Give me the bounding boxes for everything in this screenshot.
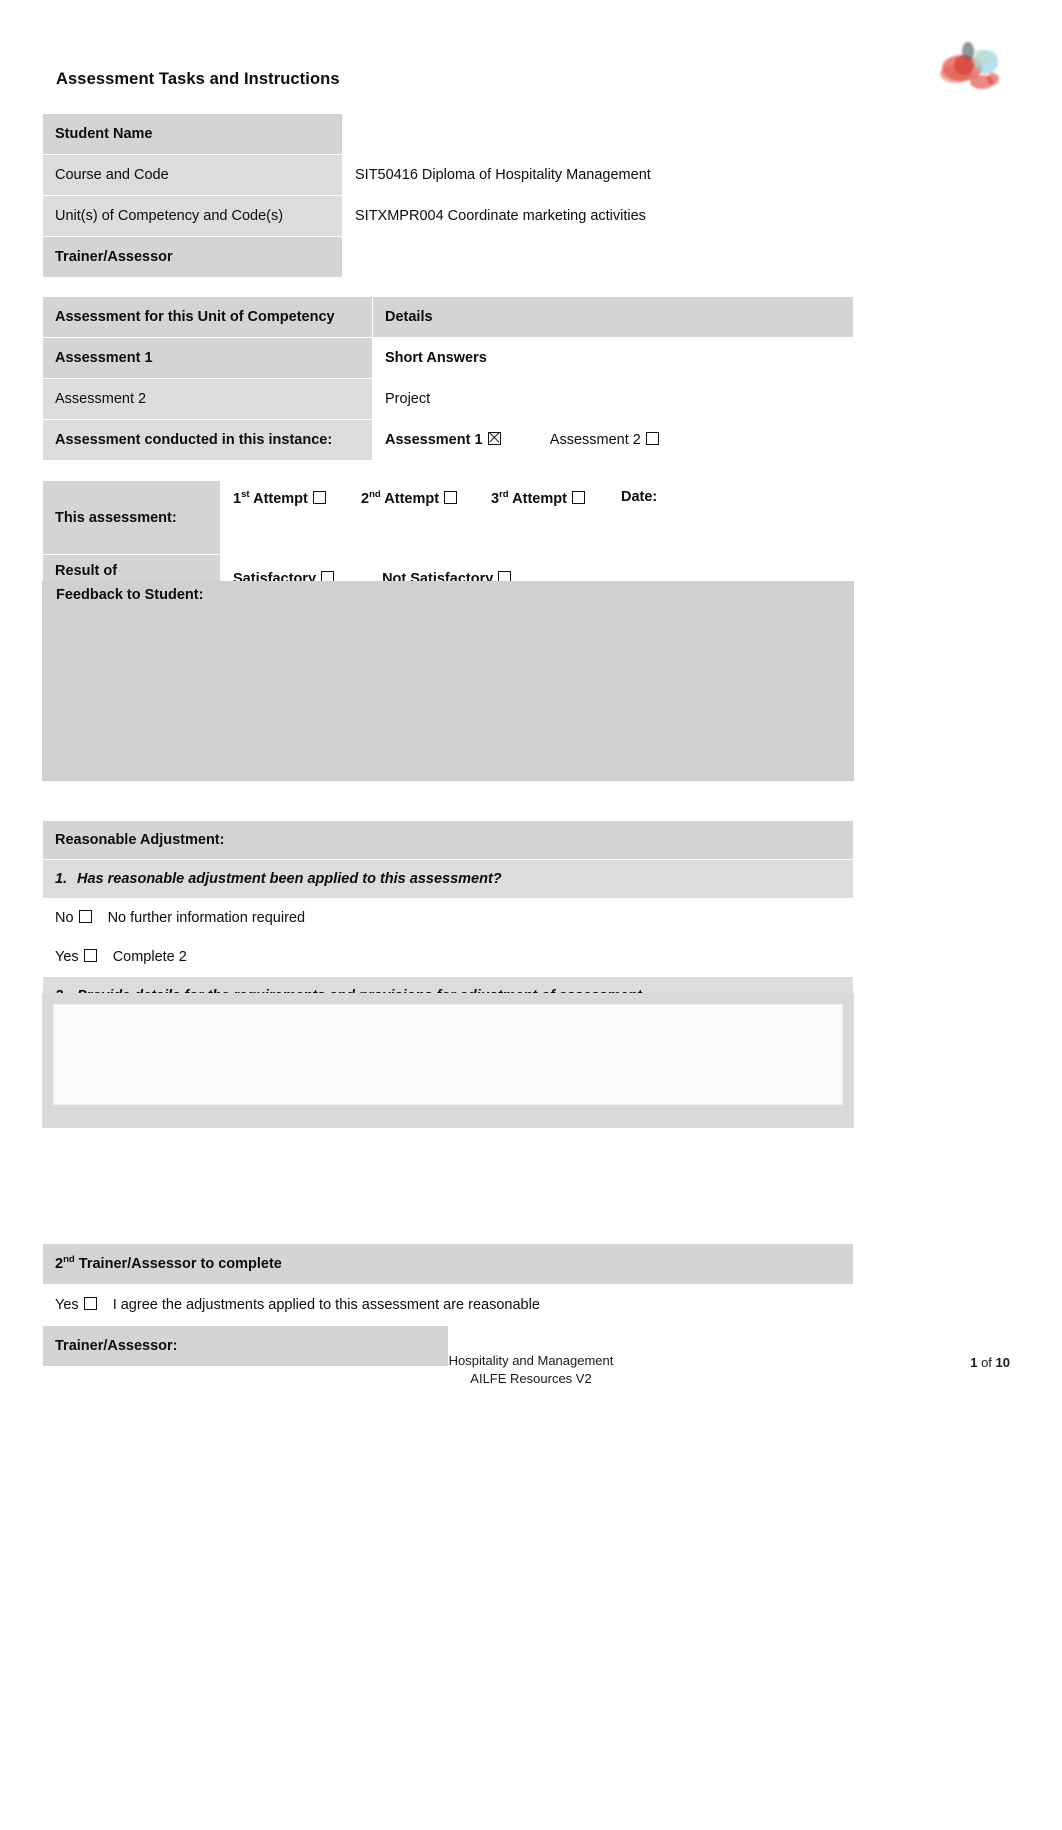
attempt-1-checkbox[interactable] — [312, 491, 326, 504]
ra-yes-label: Yes — [55, 949, 79, 965]
second-assessor-title-ordinal: 2 — [55, 1256, 64, 1272]
attempt-1-label: Attempt — [253, 491, 308, 507]
assessment-overview-table: Assessment for this Unit of Competency D… — [42, 296, 854, 461]
attempt-2-blank[interactable] — [348, 517, 479, 555]
institute-logo-icon — [932, 34, 1010, 96]
ra-yes-text: Complete 2 — [112, 949, 187, 965]
reasonable-adjustment-title: Reasonable Adjustment: — [42, 820, 854, 860]
assessment-1-label: Assessment 1 — [42, 337, 373, 379]
student-name-value[interactable] — [342, 113, 748, 155]
assessment-1-detail: Short Answers — [372, 337, 854, 379]
table-header-row: Assessment for this Unit of Competency D… — [42, 296, 854, 338]
ra-details-area — [42, 993, 854, 1128]
trainer-assessor-label: Trainer/Assessor — [42, 236, 343, 278]
course-code-label: Course and Code — [42, 154, 343, 196]
document-page: Assessment Tasks and Instructions Studen… — [0, 0, 1062, 1830]
ra-question-1-text: Has reasonable adjustment been applied t… — [77, 871, 502, 887]
feedback-to-student-label: Feedback to Student: — [56, 587, 204, 603]
assessment-conducted-label: Assessment conducted in this instance: — [42, 419, 373, 461]
table-row: Assessment conducted in this instance: A… — [42, 419, 854, 461]
details-header: Details — [372, 296, 854, 338]
table-row: No No further information required — [42, 898, 854, 938]
attempt-2-suffix: nd — [369, 489, 381, 501]
table-row: Yes I agree the adjustments applied to t… — [42, 1284, 854, 1326]
assessment-2-label: Assessment 2 — [42, 378, 373, 420]
ra-question-1-number: 1. — [55, 871, 68, 887]
attempt-3-cell: 3rd Attempt — [478, 480, 609, 518]
footer-line-1: Hospitality and Management — [448, 1353, 614, 1368]
page-title: Assessment Tasks and Instructions — [56, 70, 340, 88]
conducted-option-2-checkbox[interactable] — [645, 432, 659, 445]
attempt-1-blank[interactable] — [220, 517, 349, 555]
page-total: 10 — [995, 1355, 1010, 1370]
this-assessment-label: This assessment: — [42, 480, 221, 555]
conducted-option-1-checkbox[interactable] — [487, 432, 501, 445]
attempt-1-cell: 1st Attempt — [220, 480, 349, 518]
attempt-2-checkbox[interactable] — [444, 491, 458, 504]
ra-details-input[interactable] — [53, 1004, 843, 1105]
footer-page-number: 1 of 10 — [970, 1355, 1010, 1370]
attempt-2-label: Attempt — [384, 491, 440, 507]
table-row: Assessment 2 Project — [42, 378, 854, 420]
attempt-2-ordinal: 2 — [361, 491, 370, 507]
student-name-label: Student Name — [42, 113, 343, 155]
second-assessor-agree-text: I agree the adjustments applied to this … — [112, 1297, 540, 1313]
table-row: Unit(s) of Competency and Code(s) SITXMP… — [42, 195, 748, 237]
second-assessor-table: 2nd Trainer/Assessor to complete Yes I a… — [42, 1243, 854, 1367]
attempt-3-checkbox[interactable] — [571, 491, 585, 504]
attempt-3-ordinal: 3 — [491, 491, 500, 507]
table-row: Trainer/Assessor — [42, 236, 748, 278]
page-of: of — [977, 1355, 996, 1370]
table-row: Course and Code SIT50416 Diploma of Hosp… — [42, 154, 748, 196]
reasonable-adjustment-table: Reasonable Adjustment: 1. Has reasonable … — [42, 820, 854, 1016]
attempt-1-suffix: st — [241, 489, 250, 501]
assessment-unit-header: Assessment for this Unit of Competency — [42, 296, 373, 338]
attempt-2-cell: 2nd Attempt — [348, 480, 479, 518]
ra-question-1: 1. Has reasonable adjustment been applied… — [42, 859, 854, 899]
ra-no-checkbox[interactable] — [78, 910, 92, 923]
conducted-option-1-label: Assessment 1 — [385, 432, 483, 448]
attempt-3-label: Attempt — [512, 491, 567, 507]
assessment-2-detail: Project — [372, 378, 854, 420]
ra-no-text: No further information required — [107, 910, 306, 926]
second-assessor-agree-row: Yes I agree the adjustments applied to t… — [42, 1284, 854, 1326]
second-assessor-agree-checkbox[interactable] — [83, 1297, 97, 1310]
unit-code-label: Unit(s) of Competency and Code(s) — [42, 195, 343, 237]
table-row: 2nd Trainer/Assessor to complete — [42, 1243, 854, 1285]
unit-code-value[interactable]: SITXMPR004 Coordinate marketing activiti… — [342, 195, 748, 237]
table-row: 1. Has reasonable adjustment been applied… — [42, 859, 854, 899]
table-row: Student Name — [42, 113, 748, 155]
attempt-3-suffix: rd — [499, 489, 509, 501]
attempt-1-ordinal: 1 — [233, 491, 242, 507]
ra-yes-checkbox[interactable] — [83, 949, 97, 962]
conducted-option-2-label: Assessment 2 — [549, 432, 641, 448]
table-row-attempts: This assessment: 1st Attempt 2nd Attempt… — [42, 480, 855, 555]
ra-no-label: No — [55, 910, 74, 926]
second-assessor-title-suffix: nd — [63, 1254, 75, 1266]
date-value[interactable] — [608, 517, 855, 555]
course-code-value[interactable]: SIT50416 Diploma of Hospitality Manageme… — [342, 154, 748, 196]
footer-line-2: AILFE Resources V2 — [470, 1370, 592, 1386]
table-row: Yes Complete 2 — [42, 937, 854, 977]
date-label: Date: — [608, 480, 855, 518]
feedback-to-student-box[interactable] — [42, 581, 854, 781]
second-assessor-title: 2nd Trainer/Assessor to complete — [42, 1243, 854, 1285]
attempt-3-blank[interactable] — [478, 517, 609, 555]
ra-yes-row: Yes Complete 2 — [42, 937, 854, 977]
ra-no-row: No No further information required — [42, 898, 854, 938]
assessment-conducted-options: Assessment 1 Assessment 2 — [372, 419, 854, 461]
table-row: Assessment 1 Short Answers — [42, 337, 854, 379]
table-row: Reasonable Adjustment: — [42, 820, 854, 860]
trainer-assessor-value[interactable] — [342, 236, 748, 278]
student-details-table: Student Name Course and Code SIT50416 Di… — [42, 113, 748, 278]
second-assessor-agree-label: Yes — [55, 1297, 79, 1313]
footer: Hospitality and Management AILFE Resourc… — [0, 1352, 1062, 1387]
second-assessor-title-rest: Trainer/Assessor to complete — [74, 1256, 282, 1272]
